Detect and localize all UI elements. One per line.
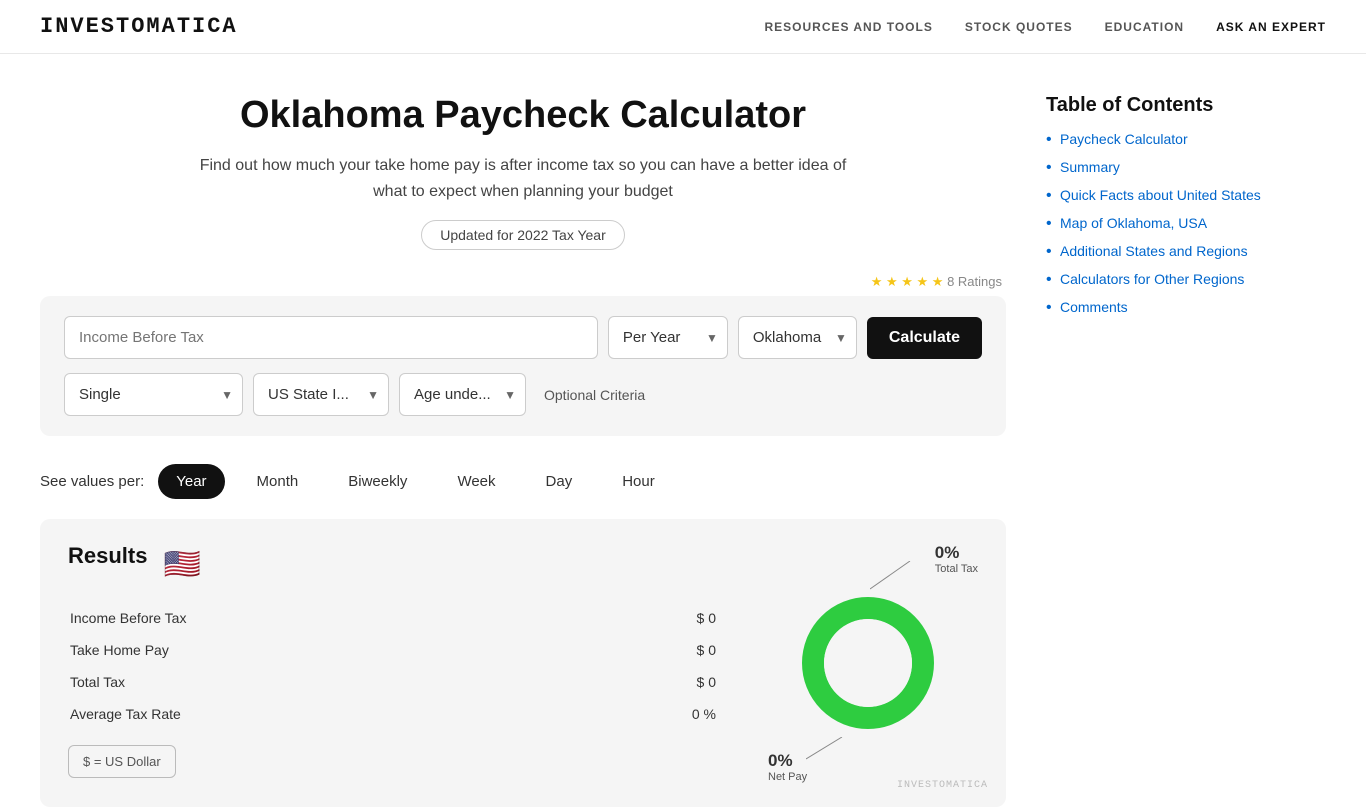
annotation-line-top	[870, 561, 920, 591]
list-item: Comments	[1046, 299, 1326, 317]
state-select[interactable]: Oklahoma California Texas New York Flori…	[738, 316, 857, 359]
optional-criteria-label: Optional Criteria	[544, 387, 645, 403]
values-per-row: See values per: Year Month Biweekly Week…	[40, 464, 1006, 499]
toc-additional-states[interactable]: Additional States and Regions	[1060, 243, 1248, 259]
toc-title: Table of Contents	[1046, 94, 1326, 117]
toc-summary[interactable]: Summary	[1060, 159, 1120, 175]
period-hour-btn[interactable]: Hour	[604, 464, 673, 499]
total-tax-annotation-label: Total Tax	[935, 563, 978, 575]
toc-quick-facts[interactable]: Quick Facts about United States	[1060, 187, 1261, 203]
results-left-panel: Results 🇺🇸 Income Before Tax $ 0 Take Ho…	[68, 543, 718, 783]
avg-tax-rate-label: Average Tax Rate	[70, 699, 604, 729]
toc-calculators[interactable]: Calculators for Other Regions	[1060, 271, 1244, 287]
total-tax-label: Total Tax	[70, 667, 604, 697]
page-layout: Oklahoma Paycheck Calculator Find out ho…	[0, 54, 1366, 807]
net-pay-annotation-label: Net Pay	[768, 771, 807, 783]
nav-ask-expert[interactable]: ASK AN EXPERT	[1216, 20, 1326, 34]
toc-map[interactable]: Map of Oklahoma, USA	[1060, 215, 1207, 231]
main-content: Oklahoma Paycheck Calculator Find out ho…	[40, 94, 1006, 807]
donut-chart-area: 0% Total Tax	[758, 543, 978, 783]
watermark: INVESTOMATICA	[897, 780, 988, 791]
state-tax-select-wrap: US State I... No State Tax ▼	[253, 373, 389, 416]
avg-tax-rate-value: 0 %	[606, 699, 717, 729]
toc-paycheck[interactable]: Paycheck Calculator	[1060, 131, 1188, 147]
calculator-card: Per Year Per Month Biweekly Per Week Per…	[40, 296, 1006, 436]
total-tax-value: $ 0	[606, 667, 717, 697]
table-row: Income Before Tax $ 0	[70, 603, 716, 633]
donut-svg	[788, 583, 948, 743]
toc-comments[interactable]: Comments	[1060, 299, 1128, 315]
calc-row-2: Single Married Head of Household ▼ US St…	[64, 373, 982, 416]
nav-links: RESOURCES AND TOOLS STOCK QUOTES EDUCATI…	[764, 20, 1326, 34]
age-select[interactable]: Age unde... Age 65+	[399, 373, 526, 416]
us-flag-icon: 🇺🇸	[163, 547, 200, 582]
table-row: Take Home Pay $ 0	[70, 635, 716, 665]
site-logo[interactable]: INVESTOMATICA	[40, 14, 238, 39]
income-before-tax-value: $ 0	[606, 603, 717, 633]
list-item: Additional States and Regions	[1046, 243, 1326, 261]
page-title: Oklahoma Paycheck Calculator	[40, 94, 1006, 137]
filing-select-wrap: Single Married Head of Household ▼	[64, 373, 243, 416]
list-item: Quick Facts about United States	[1046, 187, 1326, 205]
income-before-tax-label: Income Before Tax	[70, 603, 604, 633]
period-month-btn[interactable]: Month	[239, 464, 317, 499]
results-card: Results 🇺🇸 Income Before Tax $ 0 Take Ho…	[40, 519, 1006, 807]
results-title: Results	[68, 543, 147, 569]
period-select[interactable]: Per Year Per Month Biweekly Per Week Per…	[608, 316, 728, 359]
ratings-row: ★ ★ ★ ★ ★ 8 Ratings	[40, 274, 1006, 290]
total-tax-pct: 0%	[935, 543, 978, 563]
period-biweekly-btn[interactable]: Biweekly	[330, 464, 425, 499]
sidebar: Table of Contents Paycheck Calculator Su…	[1046, 94, 1326, 807]
nav-education[interactable]: EDUCATION	[1105, 20, 1184, 34]
values-per-label: See values per:	[40, 473, 144, 490]
calc-row-1: Per Year Per Month Biweekly Per Week Per…	[64, 316, 982, 359]
hero-description: Find out how much your take home pay is …	[193, 153, 853, 204]
table-row: Total Tax $ 0	[70, 667, 716, 697]
table-row: Average Tax Rate 0 %	[70, 699, 716, 729]
toc-list: Paycheck Calculator Summary Quick Facts …	[1046, 131, 1326, 317]
list-item: Calculators for Other Regions	[1046, 271, 1326, 289]
period-day-btn[interactable]: Day	[528, 464, 591, 499]
currency-badge: $ = US Dollar	[68, 745, 176, 778]
tax-year-badge: Updated for 2022 Tax Year	[421, 220, 625, 250]
income-input[interactable]	[64, 316, 598, 359]
hero-section: Oklahoma Paycheck Calculator Find out ho…	[40, 94, 1006, 250]
net-pay-pct: 0%	[768, 751, 807, 771]
navbar: INVESTOMATICA RESOURCES AND TOOLS STOCK …	[0, 0, 1366, 54]
annotation-line-bottom	[806, 737, 846, 761]
state-tax-select[interactable]: US State I... No State Tax	[253, 373, 389, 416]
period-week-btn[interactable]: Week	[439, 464, 513, 499]
period-select-wrap: Per Year Per Month Biweekly Per Week Per…	[608, 316, 728, 359]
age-select-wrap: Age unde... Age 65+ ▼	[399, 373, 526, 416]
results-table: Income Before Tax $ 0 Take Home Pay $ 0 …	[68, 601, 718, 731]
net-pay-annotation: 0% Net Pay	[768, 751, 807, 783]
list-item: Paycheck Calculator	[1046, 131, 1326, 149]
total-tax-annotation: 0% Total Tax	[935, 543, 978, 575]
nav-resources[interactable]: RESOURCES AND TOOLS	[764, 20, 932, 34]
list-item: Map of Oklahoma, USA	[1046, 215, 1326, 233]
calculate-button[interactable]: Calculate	[867, 317, 982, 359]
state-select-wrap: Oklahoma California Texas New York Flori…	[738, 316, 857, 359]
period-year-btn[interactable]: Year	[158, 464, 224, 499]
ratings-count: 8 Ratings	[947, 274, 1002, 289]
list-item: Summary	[1046, 159, 1326, 177]
filing-select[interactable]: Single Married Head of Household	[64, 373, 243, 416]
nav-stocks[interactable]: STOCK QUOTES	[965, 20, 1073, 34]
currency-row: $ = US Dollar	[68, 745, 718, 778]
star-icons: ★ ★ ★ ★ ★	[871, 274, 944, 289]
take-home-pay-value: $ 0	[606, 635, 717, 665]
take-home-pay-label: Take Home Pay	[70, 635, 604, 665]
